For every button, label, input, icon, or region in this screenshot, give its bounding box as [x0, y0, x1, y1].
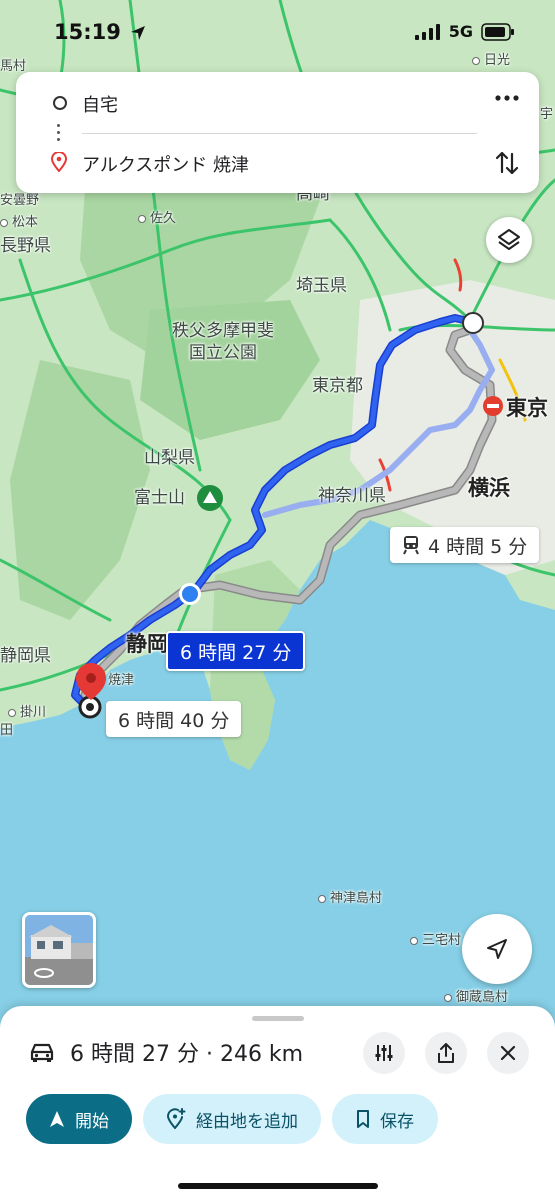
map-label-kozushima: 神津島村: [318, 892, 382, 905]
map-label-ta: 田: [0, 723, 14, 738]
origin-row[interactable]: 自宅: [16, 78, 539, 128]
map-label-saitama: 埼玉県: [296, 276, 347, 296]
map-label-mikura: 御蔵島村: [444, 991, 508, 1004]
origin-circle-icon: [53, 96, 67, 110]
share-icon: [438, 1043, 454, 1063]
map-label-matsumoto: 松本: [0, 216, 38, 229]
divider: [82, 133, 477, 134]
battery-icon: [481, 22, 514, 41]
map-label-kakegawa: 掛川: [8, 706, 46, 719]
transit-route-label[interactable]: 4 時間 5 分: [390, 527, 540, 563]
close-icon: [500, 1045, 516, 1061]
swap-vertical-icon: [495, 151, 519, 175]
add-stop-label: 経由地を追加: [196, 1111, 298, 1132]
status-indicators: 5G: [414, 22, 515, 41]
navigation-icon: [50, 1111, 64, 1127]
sheet-grabber[interactable]: [252, 1016, 304, 1021]
bookmark-icon: [357, 1110, 369, 1128]
map-label-yaizu: 焼津: [108, 673, 135, 688]
status-bar: 15:19 5G: [0, 0, 555, 64]
save-button[interactable]: 保存: [332, 1094, 438, 1144]
add-stop-button[interactable]: 経由地を追加: [143, 1094, 321, 1144]
map-label-yokohama: 横浜: [468, 476, 510, 500]
route-summary-text: 6 時間 27 分 · 246 km: [70, 1042, 304, 1067]
swap-route-button[interactable]: [493, 148, 521, 178]
tune-icon: [375, 1045, 393, 1061]
more-horizontal-icon: [495, 95, 519, 101]
start-label: 開始: [75, 1111, 109, 1132]
train-icon: [403, 536, 419, 555]
home-indicator: [178, 1183, 378, 1189]
layers-icon: [498, 229, 520, 250]
map-label-miyake: 三宅村: [410, 934, 461, 947]
more-options-button[interactable]: [493, 88, 521, 108]
share-button[interactable]: [425, 1032, 467, 1074]
map-label-tokyo-to: 東京都: [312, 376, 363, 396]
street-view-thumbnail[interactable]: [22, 912, 96, 988]
bottom-sheet: 6 時間 27 分 · 246 km 開始 経由地を追加 保存: [0, 1006, 555, 1200]
alternate-route-label[interactable]: 6 時間 40 分: [106, 701, 242, 737]
map-label-kanagawa: 神奈川県: [318, 486, 386, 506]
map-label-shizuoka-pref: 静岡県: [0, 646, 51, 666]
layers-button[interactable]: [486, 217, 532, 263]
map-label-yamanashi: 山梨県: [144, 448, 195, 468]
destination-row[interactable]: アルクスポンド 焼津: [16, 138, 539, 188]
route-options-button[interactable]: [363, 1032, 405, 1074]
map-label-azumino: 安曇野: [0, 193, 40, 208]
rotate-360-icon: [34, 968, 54, 978]
status-time: 15:19: [54, 20, 146, 44]
map-label-park: 秩父多摩甲斐 国立公園: [172, 321, 274, 364]
close-button[interactable]: [487, 1032, 529, 1074]
map-label-shizuoka: 静岡: [126, 632, 168, 656]
map-label-nagano: 長野県: [0, 236, 51, 256]
map-label-tokyo: 東京: [506, 396, 548, 420]
map-label-saku: 佐久: [138, 212, 176, 225]
destination-field[interactable]: アルクスポンド 焼津: [82, 151, 249, 177]
transit-duration: 4 時間 5 分: [428, 535, 528, 558]
route-summary: 6 時間 27 分 · 246 km: [28, 1036, 303, 1068]
network-type: 5G: [448, 22, 473, 41]
signal-icon: [414, 23, 440, 40]
navigation-arrow-icon: [487, 939, 507, 959]
selected-route-label[interactable]: 6 時間 27 分: [166, 631, 306, 671]
directions-card: 自宅 アルクスポンド 焼津: [16, 72, 539, 193]
location-arrow-icon: [131, 26, 146, 40]
car-icon: [30, 1043, 54, 1062]
origin-field[interactable]: 自宅: [82, 91, 118, 117]
add-location-icon: [166, 1108, 186, 1129]
map-label-fuji: 富士山: [134, 488, 185, 508]
save-label: 保存: [380, 1111, 414, 1132]
map-label-u: 宇: [540, 107, 554, 122]
destination-pin-icon: [51, 152, 67, 172]
my-location-button[interactable]: [462, 914, 532, 984]
start-navigation-button[interactable]: 開始: [26, 1094, 132, 1144]
